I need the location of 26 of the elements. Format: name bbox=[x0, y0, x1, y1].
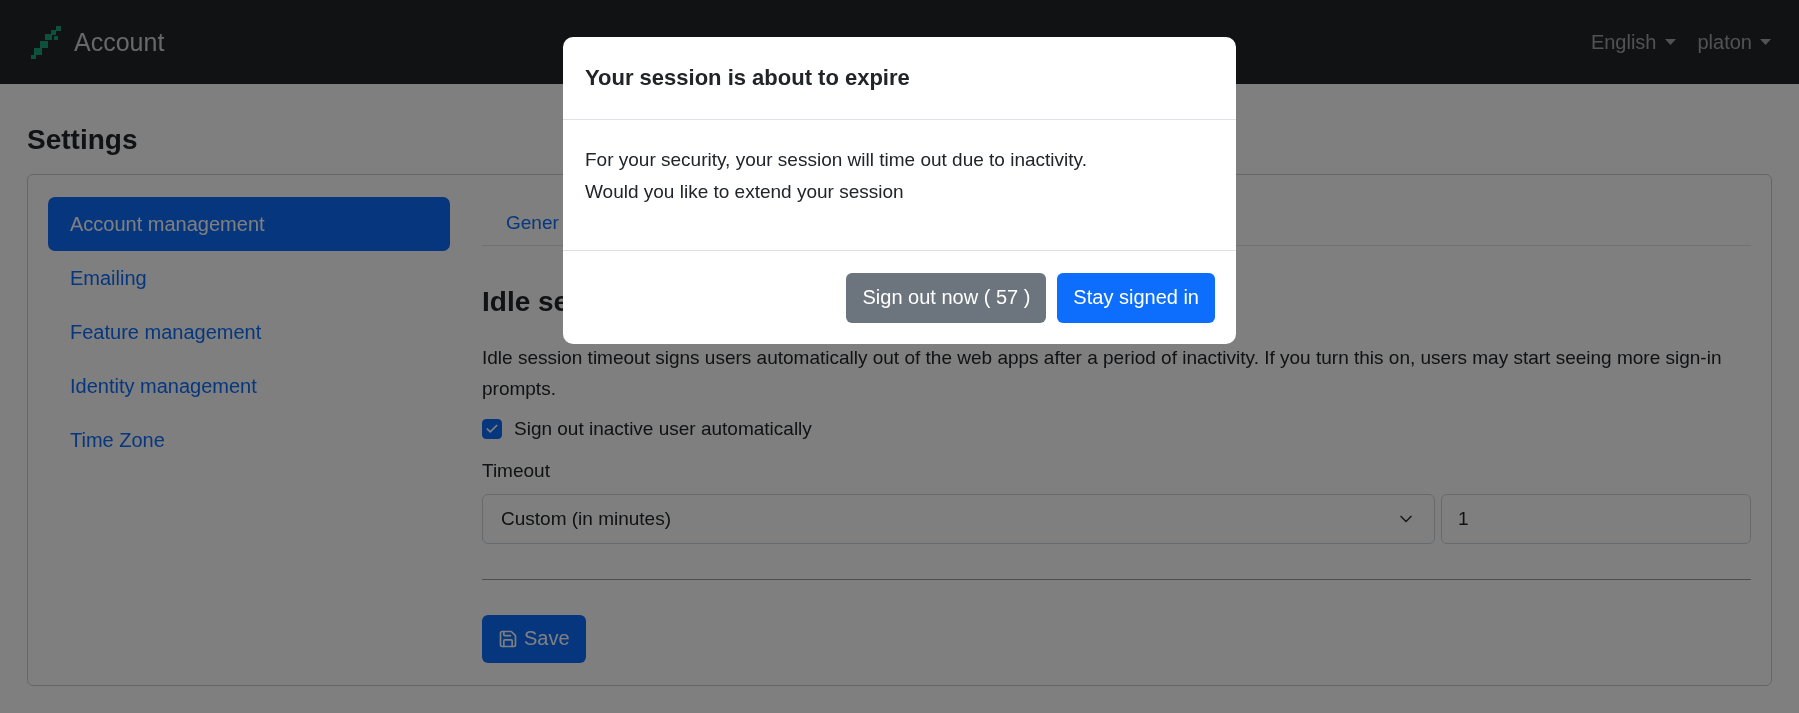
sidebar-item[interactable]: Time Zone bbox=[48, 413, 450, 467]
sidebar-item[interactable]: Emailing bbox=[48, 251, 450, 305]
section-description: Idle session timeout signs users automatically out of the web apps after a period of inactivity. If you turn this on, users may start seeing more sign-in prompts. bbox=[482, 345, 1723, 401]
stay-signed-in-button[interactable]: Stay signed in bbox=[1057, 272, 1215, 323]
field-label: Timeout bbox=[482, 459, 551, 482]
dialog-text: For your security, your session will time out due to inactivity. bbox=[585, 148, 1088, 172]
checkbox-label: Sign out inactive user automatically bbox=[514, 417, 812, 440]
dialog-text: Would you like to extend your session bbox=[585, 180, 905, 204]
sidebar-item[interactable]: Identity management bbox=[48, 359, 450, 413]
sidebar-item[interactable]: Account management bbox=[48, 197, 450, 251]
page-title: Settings bbox=[27, 123, 139, 156]
sign-out-button[interactable]: Sign out now ( 57 ) bbox=[846, 272, 1047, 323]
caret-icon bbox=[1760, 39, 1771, 45]
sidebar-item[interactable]: Feature management bbox=[48, 305, 450, 359]
nav-dropdown[interactable]: English bbox=[1590, 30, 1676, 54]
dialog-title: Your session is about to expire bbox=[585, 65, 910, 91]
timeout-select[interactable]: Custom (in minutes) bbox=[482, 493, 1435, 544]
caret-icon bbox=[1664, 39, 1676, 45]
save-button[interactable]: Save bbox=[482, 614, 586, 663]
brand-name[interactable]: Account bbox=[74, 27, 165, 57]
input-field[interactable]: 1 bbox=[1441, 493, 1751, 544]
tab[interactable]: Gener bbox=[506, 197, 559, 245]
checkbox[interactable] bbox=[482, 418, 502, 439]
save-icon bbox=[498, 628, 518, 649]
logo-icon bbox=[28, 24, 64, 60]
nav-dropdown[interactable]: platon bbox=[1697, 30, 1771, 54]
